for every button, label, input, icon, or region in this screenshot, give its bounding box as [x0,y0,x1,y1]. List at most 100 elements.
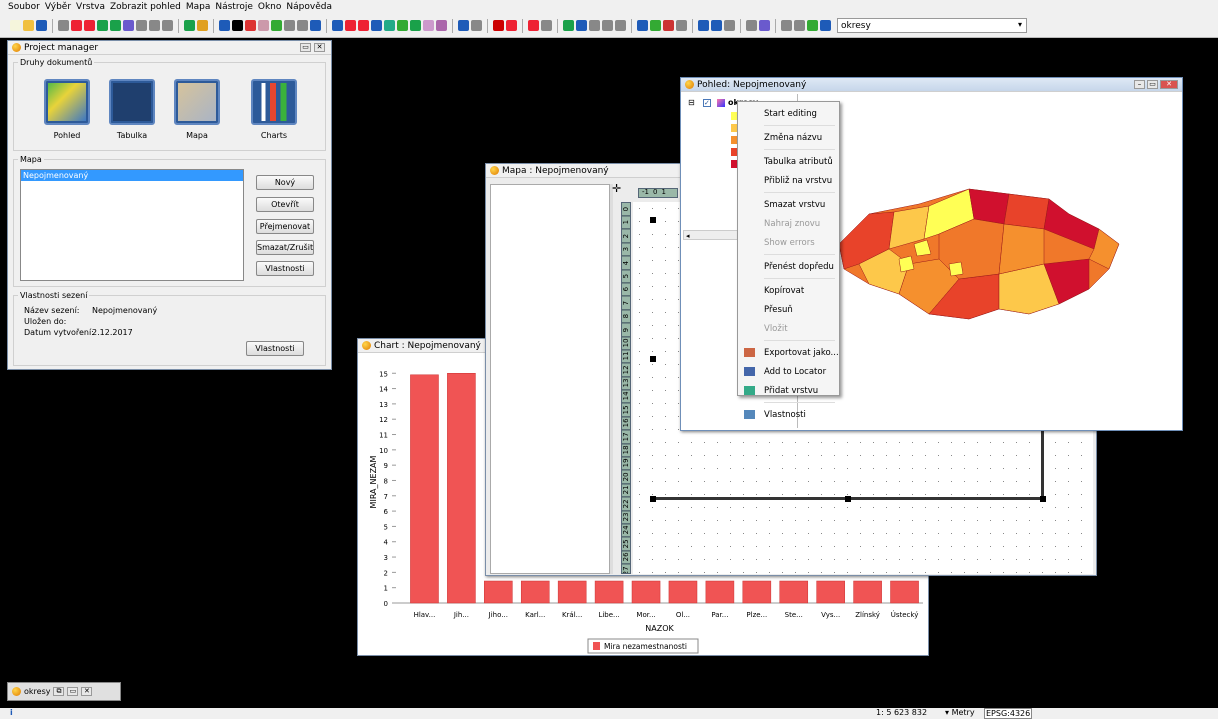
toolbar-tool-icon[interactable] [36,20,47,31]
selection-handle[interactable] [845,496,851,502]
toolbar-tool-icon[interactable] [358,20,369,31]
toolbar-tool-icon[interactable] [162,20,173,31]
toolbar-tool-icon[interactable] [506,20,517,31]
toolbar-tool-icon[interactable] [197,20,208,31]
toolbar-tool-icon[interactable] [589,20,600,31]
chevron-down-icon[interactable]: ▾ [945,708,949,717]
restore-icon[interactable]: ⧉ [53,687,65,696]
toolbar-tool-icon[interactable] [245,20,256,31]
toolbar-tool-icon[interactable] [807,20,818,31]
toolbar-tool-icon[interactable] [297,20,308,31]
rename-button[interactable]: Přejmenovat [256,219,314,234]
toolbar-tool-icon[interactable] [458,20,469,31]
toolbar-tool-icon[interactable] [384,20,395,31]
context-menu-item[interactable]: Vlastnosti [738,405,839,424]
crs-value[interactable]: EPSG:4326 [984,708,1033,719]
toolbar-tool-icon[interactable] [332,20,343,31]
toolbar-tool-icon[interactable] [676,20,687,31]
new-button[interactable]: Nový [256,175,314,190]
toolbar-tool-icon[interactable] [97,20,108,31]
toolbar-tool-icon[interactable] [528,20,539,31]
toolbar-tool-icon[interactable] [410,20,421,31]
context-menu-item[interactable]: Změna názvu [738,128,839,147]
toolbar-tool-icon[interactable] [345,20,356,31]
toolbar-tool-icon[interactable] [284,20,295,31]
toolbar-tool-icon[interactable] [184,20,195,31]
toolbar-tool-icon[interactable] [232,20,243,31]
map-canvas[interactable] [799,94,1182,430]
toolbar-tool-icon[interactable] [58,20,69,31]
toolbar-tool-icon[interactable] [563,20,574,31]
delete-button[interactable]: Smazat/Zrušit [256,240,314,255]
toolbar-tool-icon[interactable] [698,20,709,31]
table-doc-icon[interactable] [109,79,155,125]
toolbar-tool-icon[interactable] [746,20,757,31]
toolbar-tool-icon[interactable] [650,20,661,31]
toolbar-tool-icon[interactable] [258,20,269,31]
charts-doc-icon[interactable] [251,79,297,125]
toolbar-tool-icon[interactable] [136,20,147,31]
map-doc-icon[interactable] [174,79,220,125]
toolbar-tool-icon[interactable] [271,20,282,31]
menu-item[interactable]: Nástroje [215,2,253,12]
toolbar-tool-icon[interactable] [493,20,504,31]
selection-handle[interactable] [650,356,656,362]
selection-handle[interactable] [1040,496,1046,502]
toolbar-tool-icon[interactable] [397,20,408,31]
restore-icon[interactable]: ▭ [300,43,311,52]
toolbar-tool-icon[interactable] [602,20,613,31]
close-icon[interactable]: ✕ [81,687,93,696]
context-menu-item[interactable]: Tabulka atributů [738,152,839,171]
move-handle-icon[interactable]: ✛ [612,182,621,195]
menu-item[interactable]: Zobrazit pohled [110,2,181,12]
toolbar-tool-icon[interactable] [71,20,82,31]
close-icon[interactable]: ✕ [1160,80,1178,89]
toolbar-tool-icon[interactable] [423,20,434,31]
project-manager-titlebar[interactable]: Project manager ▭ ✕ [8,41,331,55]
toolbar-tool-icon[interactable] [541,20,552,31]
menu-item[interactable]: Výběr [45,2,71,12]
context-menu-item[interactable]: Exportovat jako... [738,343,839,362]
toolbar-tool-icon[interactable] [110,20,121,31]
layer-combo[interactable]: okresy ▾ [837,18,1027,33]
toolbar-tool-icon[interactable] [436,20,447,31]
restore-icon[interactable]: ▭ [1147,80,1158,89]
toolbar-tool-icon[interactable] [10,20,21,31]
toolbar-tool-icon[interactable] [820,20,831,31]
context-menu-item[interactable]: Start editing [738,104,839,123]
context-menu-item[interactable]: Přibliž na vrstvu [738,171,839,190]
context-menu-item[interactable]: Smazat vrstvu [738,195,839,214]
session-properties-button[interactable]: Vlastnosti [246,341,304,356]
chevron-down-icon[interactable]: ▾ [1018,20,1022,29]
context-menu-item[interactable]: Přesuň [738,300,839,319]
toolbar-tool-icon[interactable] [724,20,735,31]
layer-visible-checkbox[interactable]: ✓ [703,99,711,107]
menu-item[interactable]: Okno [258,2,282,12]
selection-handle[interactable] [650,217,656,223]
scale-value[interactable]: 1: 5 623 832 [876,708,927,717]
map-layout-tree-panel[interactable] [490,184,610,574]
toolbar-tool-icon[interactable] [123,20,134,31]
context-menu-item[interactable]: Přenést dopředu [738,257,839,276]
toolbar-tool-icon[interactable] [576,20,587,31]
context-menu-item[interactable]: Kopírovat [738,281,839,300]
toolbar-tool-icon[interactable] [759,20,770,31]
menu-item[interactable]: Nápověda [286,2,332,12]
context-menu-item[interactable]: Přidat vrstvu [738,381,839,400]
toolbar-tool-icon[interactable] [781,20,792,31]
toolbar-tool-icon[interactable] [219,20,230,31]
toolbar-tool-icon[interactable] [637,20,648,31]
scroll-left-icon[interactable]: ◂ [686,232,690,240]
open-button[interactable]: Otevřít [256,197,314,212]
units-dropdown[interactable]: ▾ Metry [945,708,975,717]
toolbar-tool-icon[interactable] [23,20,34,31]
context-menu-item[interactable]: Add to Locator [738,362,839,381]
list-item[interactable]: Nepojmenovaný [21,170,243,181]
toolbar-tool-icon[interactable] [794,20,805,31]
toolbar-tool-icon[interactable] [663,20,674,31]
toolbar-tool-icon[interactable] [615,20,626,31]
properties-button[interactable]: Vlastnosti [256,261,314,276]
maximize-icon[interactable]: ▭ [67,687,79,696]
minimize-icon[interactable]: – [1134,80,1145,89]
toolbar-tool-icon[interactable] [149,20,160,31]
